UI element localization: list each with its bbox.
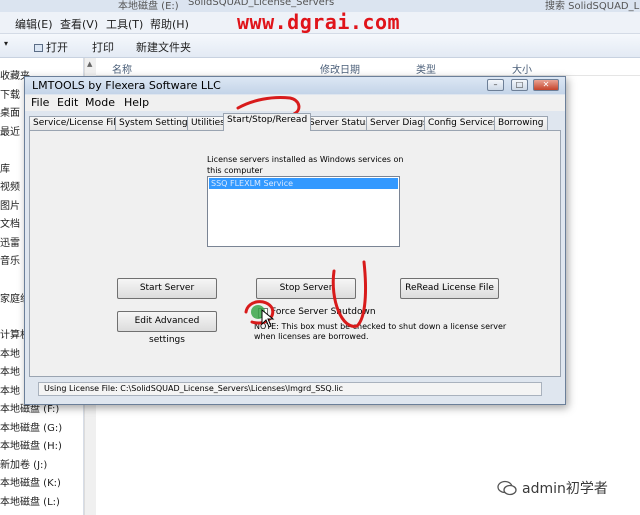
file-list-header: 名称 修改日期 类型 大小 xyxy=(96,58,640,76)
nav-item[interactable]: 视频 xyxy=(0,178,20,193)
nav-item[interactable]: 库 xyxy=(0,160,10,175)
service-list-item[interactable]: SSQ FLEXLM Service xyxy=(209,178,398,189)
site-watermark: www.dgrai.com xyxy=(237,10,401,34)
tab-borrowing[interactable]: Borrowing xyxy=(494,116,548,131)
lmtools-menu-bar: File Edit Mode Help xyxy=(25,95,565,111)
open-button-label: 打开 xyxy=(46,41,68,54)
lmtools-title-bar[interactable]: LMTOOLS by Flexera Software LLC – □ ✕ xyxy=(25,77,565,94)
nav-item[interactable]: 本地 xyxy=(0,363,20,378)
tab-service-license-file[interactable]: Service/License File xyxy=(29,116,126,131)
status-bar: Using License File: C:\SolidSQUAD_Licens… xyxy=(38,382,542,396)
nav-item[interactable]: 本地磁盘 (H:) xyxy=(0,437,62,452)
explorer-menu-view[interactable]: 查看(V) xyxy=(60,16,98,32)
nav-item[interactable]: 新加卷 (J:) xyxy=(0,456,47,471)
tab-system-settings[interactable]: System Settings xyxy=(115,116,197,131)
wechat-account-name: admin初学者 xyxy=(522,481,608,497)
edit-advanced-settings-button[interactable]: Edit Advanced settings xyxy=(117,311,217,345)
explorer-toolbar: ▾ 打开 打印 新建文件夹 xyxy=(0,34,640,58)
reread-license-file-button[interactable]: ReRead License File xyxy=(400,278,499,299)
tab-server-status[interactable]: Server Status xyxy=(305,116,375,131)
column-size[interactable]: 大小 xyxy=(512,61,532,76)
stop-server-button[interactable]: Stop Server xyxy=(256,278,356,299)
breadcrumb-drive[interactable]: 本地磁盘 (E:) xyxy=(118,0,179,12)
nav-item[interactable]: 本地 xyxy=(0,345,20,360)
borrow-note: NOTE: This box must be checked to shut d… xyxy=(254,322,507,341)
column-name[interactable]: 名称 xyxy=(112,61,132,76)
force-shutdown-label[interactable]: Force Server Shutdown xyxy=(271,307,376,317)
force-shutdown-checkbox[interactable] xyxy=(258,308,268,318)
lmtools-tab-strip: Service/License File System Settings Utili… xyxy=(29,113,561,131)
organize-dropdown-icon[interactable]: ▾ xyxy=(4,39,8,48)
nav-item[interactable]: 本地 xyxy=(0,382,20,397)
minimize-icon[interactable]: – xyxy=(487,79,504,91)
nav-item[interactable]: 音乐 xyxy=(0,252,20,267)
nav-item[interactable]: 本地磁盘 (K:) xyxy=(0,474,61,489)
lmtools-window: LMTOOLS by Flexera Software LLC – □ ✕ Fi… xyxy=(24,76,566,405)
services-list-label: License servers installed as Windows ser… xyxy=(207,155,404,175)
nav-item[interactable]: 最近 xyxy=(0,123,20,138)
wechat-icon xyxy=(497,480,517,496)
nav-item[interactable]: 迅雷 xyxy=(0,234,20,249)
open-icon xyxy=(34,44,43,52)
nav-item[interactable]: 本地磁盘 (G:) xyxy=(0,419,62,434)
explorer-search-input[interactable]: 搜索 SolidSQUAD_L... xyxy=(545,0,640,12)
nav-item[interactable]: 桌面 xyxy=(0,104,20,119)
close-icon[interactable]: ✕ xyxy=(533,79,559,91)
nav-item[interactable]: 文档 xyxy=(0,215,20,230)
explorer-menu-help[interactable]: 帮助(H) xyxy=(150,16,189,32)
breadcrumb-folder[interactable]: SolidSQUAD_License_Servers xyxy=(188,0,334,8)
wechat-caption: admin初学者 xyxy=(497,476,608,500)
menu-help[interactable]: Help xyxy=(124,96,149,109)
new-folder-button[interactable]: 新建文件夹 xyxy=(136,39,191,55)
maximize-icon[interactable]: □ xyxy=(511,79,528,91)
explorer-menu-tools[interactable]: 工具(T) xyxy=(106,16,143,32)
menu-file[interactable]: File xyxy=(31,96,49,109)
column-date[interactable]: 修改日期 xyxy=(320,61,360,76)
start-stop-reread-panel: License servers installed as Windows ser… xyxy=(29,130,561,377)
nav-item[interactable]: 本地磁盘 (L:) xyxy=(0,493,60,508)
start-server-button[interactable]: Start Server xyxy=(117,278,217,299)
tab-config-services[interactable]: Config Services xyxy=(424,116,502,131)
license-services-list[interactable]: SSQ FLEXLM Service xyxy=(207,176,400,247)
nav-item[interactable]: 下载 xyxy=(0,86,20,101)
license-file-status: Using License File: C:\SolidSQUAD_Licens… xyxy=(44,384,344,393)
column-type[interactable]: 类型 xyxy=(416,61,436,76)
open-button[interactable]: 打开 xyxy=(34,39,68,55)
menu-edit[interactable]: Edit xyxy=(57,96,78,109)
menu-mode[interactable]: Mode xyxy=(85,96,115,109)
nav-item[interactable]: 图片 xyxy=(0,197,20,212)
print-button[interactable]: 打印 xyxy=(92,39,114,55)
explorer-menu-edit[interactable]: 编辑(E) xyxy=(15,16,53,32)
tab-server-diags[interactable]: Server Diags xyxy=(366,116,432,131)
window-title: LMTOOLS by Flexera Software LLC xyxy=(32,79,221,92)
tab-start-stop-reread[interactable]: Start/Stop/Reread xyxy=(223,113,312,131)
scroll-up-icon[interactable]: ▲ xyxy=(87,60,92,68)
